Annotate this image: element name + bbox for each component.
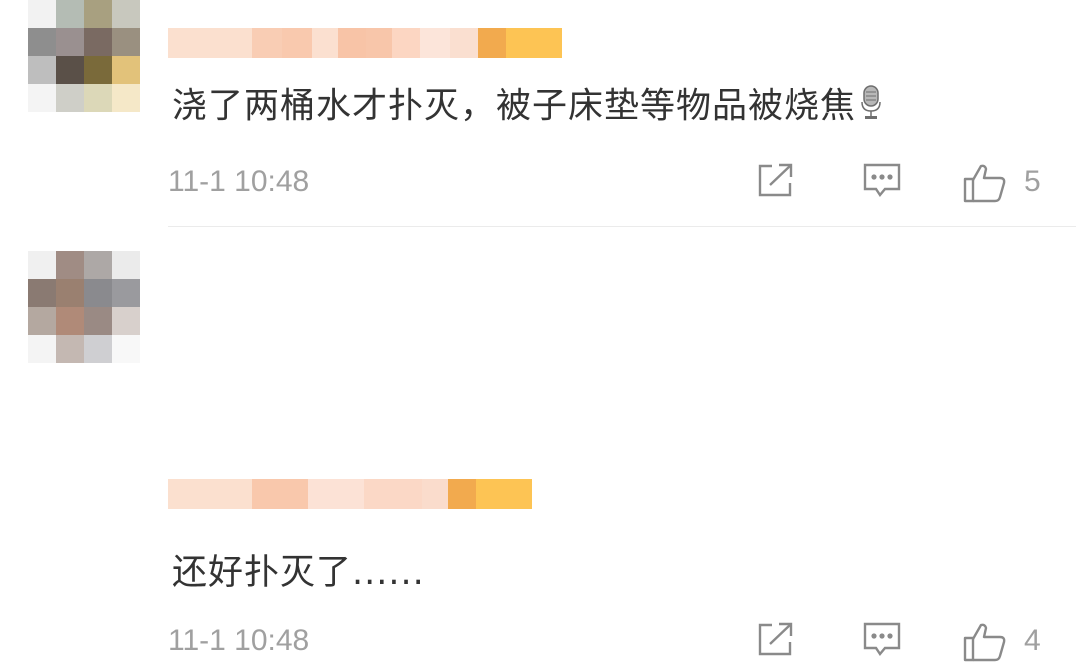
- like-button[interactable]: [962, 162, 1008, 204]
- comment-bubble-icon: [862, 162, 902, 200]
- share-icon: [757, 621, 795, 657]
- share-icon: [757, 162, 795, 198]
- reply-button[interactable]: [862, 621, 902, 659]
- reply-button[interactable]: [862, 162, 902, 200]
- comment-text: 还好扑灭了......: [172, 553, 425, 593]
- comment-item: 还好扑灭了...... 11-1 10:48 4: [0, 227, 1076, 662]
- like-button[interactable]: [962, 621, 1008, 663]
- username-blurred[interactable]: [168, 28, 562, 58]
- avatar[interactable]: [28, 0, 140, 112]
- thumbs-up-icon: [962, 162, 1008, 204]
- username-blurred[interactable]: [168, 479, 532, 509]
- share-button[interactable]: [757, 162, 795, 198]
- comment-time: 11-1 10:48: [168, 165, 310, 198]
- like-count: 4: [1024, 624, 1041, 657]
- avatar[interactable]: [28, 251, 140, 363]
- comment-bubble-icon: [862, 621, 902, 659]
- comment-time: 11-1 10:48: [168, 624, 310, 657]
- microphone-emoji-icon: [860, 84, 882, 131]
- thumbs-up-icon: [962, 621, 1008, 663]
- comment-text: 浇了两桶水才扑灭，被子床垫等物品被烧焦: [172, 84, 882, 131]
- like-count: 5: [1024, 165, 1041, 198]
- share-button[interactable]: [757, 621, 795, 657]
- comment-item: 浇了两桶水才扑灭，被子床垫等物品被烧焦 11-1 10:48 5: [0, 0, 1076, 226]
